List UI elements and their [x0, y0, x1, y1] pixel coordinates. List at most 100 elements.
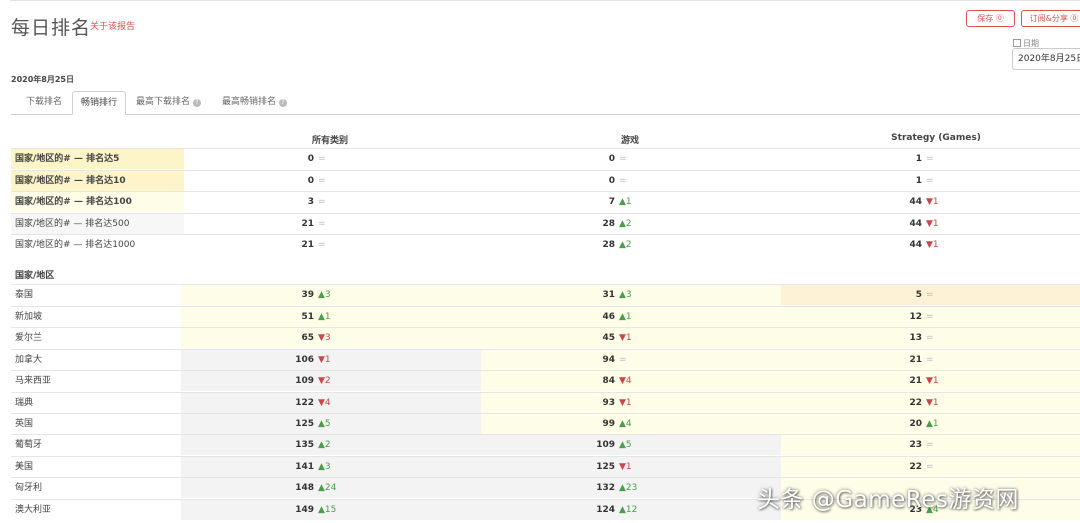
- rank-unchanged: =: [926, 312, 934, 322]
- rank-value: 84: [602, 376, 615, 386]
- rank-cell: 1 =: [781, 149, 1080, 169]
- country-row: 英国 125 ▲5 99 ▲4 20 ▲1: [11, 413, 1080, 434]
- rank-unchanged: =: [926, 440, 934, 450]
- calendar-icon: [1013, 39, 1021, 47]
- rank-value: 44: [909, 240, 922, 250]
- rank-cell: 45 ▼1: [481, 328, 781, 348]
- rank-value: 31: [602, 290, 615, 300]
- rank-cell: 44 ▼1: [781, 214, 1080, 234]
- row-label: 加拿大: [15, 355, 43, 365]
- rank-value: 94: [602, 355, 615, 365]
- rank-value: 0: [608, 176, 615, 186]
- rank-value: 28: [602, 219, 615, 229]
- rank-down-change: ▼3: [318, 333, 331, 343]
- tab-downloads[interactable]: 下载排名: [26, 91, 62, 113]
- rank-down-change: ▼2: [318, 376, 331, 386]
- tab-top-grossing[interactable]: 畅销排行: [72, 91, 126, 115]
- rank-cell: 65 ▼3: [181, 328, 481, 348]
- rank-up-change: ▲5: [318, 419, 331, 429]
- rank-cell: 5 =: [781, 285, 1080, 305]
- rank-unchanged: =: [619, 355, 627, 365]
- help-icon[interactable]: ?: [193, 99, 202, 107]
- rank-cell: 21 =: [781, 350, 1080, 370]
- rank-cell: 1 =: [781, 171, 1080, 191]
- save-button[interactable]: 保存 ⓪: [966, 10, 1015, 27]
- rank-down-change: ▼1: [926, 219, 939, 229]
- rank-up-change: ▲23: [619, 483, 638, 493]
- rank-cell: 21 ▼1: [781, 371, 1080, 391]
- rank-value: 44: [909, 219, 922, 229]
- row-label: 泰国: [15, 290, 34, 300]
- rank-up-change: ▲1: [926, 419, 939, 429]
- rank-down-change: ▼1: [926, 240, 939, 250]
- row-label: 葡萄牙: [15, 440, 43, 450]
- rank-value: 44: [909, 197, 922, 207]
- summary-row: 国家/地区的# — 排名达10 0 = 0 = 1 =: [11, 170, 1080, 191]
- rank-cell: 109 ▼2: [181, 371, 481, 391]
- rank-down-change: ▼4: [619, 376, 632, 386]
- rank-value: 0: [307, 176, 314, 186]
- rank-value: 141: [295, 462, 314, 472]
- rank-value: 45: [602, 333, 615, 343]
- tab-highest-grossing[interactable]: 最高畅销排名?: [222, 91, 288, 113]
- rank-cell: 99 ▲4: [481, 414, 781, 434]
- date-picker-input[interactable]: 2020年8月25日: [1012, 48, 1080, 70]
- rank-cell: 39 ▲3: [181, 285, 481, 305]
- subscribe-share-button[interactable]: 订阅&分享 ⓪: [1021, 10, 1080, 27]
- row-label: 国家/地区的# — 排名达100: [11, 192, 184, 212]
- summary-row: 国家/地区的# — 排名达5 0 = 0 = 1 =: [11, 148, 1080, 169]
- rank-value: 21: [909, 355, 922, 365]
- rank-cell: 148 ▲24: [181, 478, 481, 498]
- rank-value: 122: [295, 398, 314, 408]
- country-row: 美国 141 ▲3 125 ▼1 22 =: [11, 456, 1080, 477]
- column-header-games: 游戏: [620, 136, 639, 146]
- country-row: 泰国 39 ▲3 31 ▲3 5 =: [11, 284, 1080, 305]
- rank-unchanged: =: [926, 176, 934, 186]
- rank-value: 109: [295, 376, 314, 386]
- rank-value: 0: [307, 154, 314, 164]
- rank-unchanged: =: [619, 176, 627, 186]
- rank-up-change: ▲24: [318, 483, 337, 493]
- rank-cell: 125 ▲5: [181, 414, 481, 434]
- rank-value: 22: [909, 398, 922, 408]
- rank-up-change: ▲15: [318, 505, 337, 515]
- rank-up-change: ▲1: [619, 197, 632, 207]
- rank-up-change: ▲12: [619, 505, 638, 515]
- rank-cell: 21 =: [181, 214, 481, 234]
- rank-value: 22: [909, 462, 922, 472]
- rank-value: 124: [596, 505, 615, 515]
- rank-value: 21: [301, 240, 314, 250]
- page-title: 每日排名: [11, 17, 92, 39]
- rank-cell: 149 ▲15: [181, 500, 481, 520]
- row-label: 国家/地区的# — 排名达5: [11, 149, 184, 169]
- rank-cell: 0 =: [181, 149, 481, 169]
- rank-up-change: ▲5: [619, 440, 632, 450]
- rank-unchanged: =: [318, 154, 326, 164]
- rank-value: 46: [602, 312, 615, 322]
- country-row: 葡萄牙 135 ▲2 109 ▲5 23 =: [11, 434, 1080, 455]
- rank-unchanged: =: [926, 355, 934, 365]
- rank-value: 21: [909, 376, 922, 386]
- tab-highest-downloads[interactable]: 最高下载排名?: [136, 91, 202, 113]
- country-row: 马来西亚 109 ▼2 84 ▼4 21 ▼1: [11, 370, 1080, 391]
- rank-up-change: ▲3: [318, 290, 331, 300]
- rank-value: 23: [909, 440, 922, 450]
- rank-unchanged: =: [318, 197, 326, 207]
- rank-cell: 13 =: [781, 328, 1080, 348]
- top-divider: [10, 0, 1080, 1]
- rank-up-change: ▲1: [619, 312, 632, 322]
- rank-down-change: ▼4: [318, 398, 331, 408]
- rank-value: 39: [301, 290, 314, 300]
- watermark: 头条 @GameRes游资网: [757, 487, 1019, 513]
- rank-cell: 12 =: [781, 307, 1080, 327]
- help-icon[interactable]: ?: [279, 99, 288, 107]
- rank-unchanged: =: [926, 462, 934, 472]
- rank-cell: 44 ▼1: [781, 235, 1080, 255]
- about-report-link[interactable]: 关于该报告: [90, 19, 135, 32]
- ranking-tabs: 下载排名 畅销排行 最高下载排名? 最高畅销排名?: [11, 91, 1080, 115]
- rank-cell: 28 ▲2: [481, 214, 781, 234]
- rank-cell: 21 =: [181, 235, 481, 255]
- rank-cell: 109 ▲5: [481, 435, 781, 455]
- rank-cell: 0 =: [481, 171, 781, 191]
- country-row: 爱尔兰 65 ▼3 45 ▼1 13 =: [11, 327, 1080, 348]
